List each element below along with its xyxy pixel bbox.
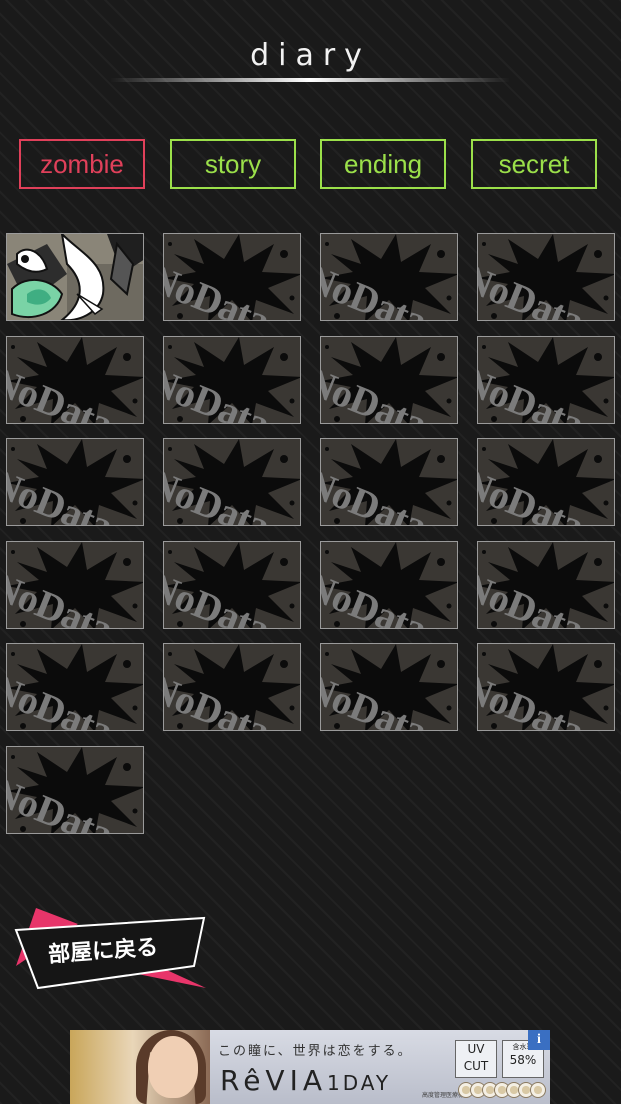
diary-entry-locked[interactable]: NoData (320, 438, 458, 526)
ad-uv-badge: UV CUT (455, 1040, 497, 1078)
diary-entry-locked[interactable]: NoData (320, 336, 458, 424)
ad-water-value: 58% (509, 1053, 537, 1067)
diary-entry-locked[interactable]: NoData (163, 336, 301, 424)
zombie-illustration (7, 234, 143, 320)
ad-brand: RêVIA1DAY (220, 1064, 391, 1097)
diary-entry-locked[interactable]: NoData (6, 643, 144, 731)
diary-entry-locked[interactable]: NoData (163, 541, 301, 629)
diary-entry-locked[interactable]: NoData (477, 643, 615, 731)
diary-entry-locked[interactable]: NoData (477, 233, 615, 321)
ad-uv-line1: UV (467, 1042, 485, 1056)
ad-brand-sub: 1DAY (327, 1071, 392, 1095)
back-to-room-button[interactable]: 部屋に戻る (8, 908, 210, 992)
diary-entry-locked[interactable]: NoData (477, 336, 615, 424)
advertisement-banner[interactable]: この瞳に、世界は恋をする。 RêVIA1DAY UV CUT 含水率 58% 高… (70, 1030, 550, 1104)
ad-brand-name: RêVIA (220, 1064, 327, 1097)
diary-entry-locked[interactable]: NoData (477, 438, 615, 526)
ad-tagline: この瞳に、世界は恋をする。 (218, 1044, 413, 1059)
diary-entry-locked[interactable]: NoData (320, 233, 458, 321)
diary-entry-locked[interactable]: NoData (163, 233, 301, 321)
tab-secret[interactable]: secret (471, 139, 597, 189)
ad-model-photo (70, 1030, 210, 1104)
ad-uv-line2: CUT (463, 1059, 489, 1073)
diary-entry-locked[interactable]: NoData (6, 438, 144, 526)
diary-entry-locked[interactable]: NoData (163, 643, 301, 731)
tab-ending[interactable]: ending (320, 139, 446, 189)
tab-story[interactable]: story (170, 139, 296, 189)
tab-zombie[interactable]: zombie (19, 139, 145, 189)
diary-entry-locked[interactable]: NoData (320, 541, 458, 629)
category-tabs: zombie story ending secret (19, 139, 601, 193)
lens-icon (530, 1082, 546, 1098)
diary-entry-locked[interactable]: NoData (320, 643, 458, 731)
diary-grid: NoData NoData NoData NoData NoData NoData NoDa… (6, 233, 616, 835)
diary-entry-locked[interactable]: NoData (6, 746, 144, 834)
ad-info-icon[interactable]: i (528, 1030, 550, 1050)
diary-entry-thumbnail[interactable] (6, 233, 144, 321)
diary-entry-locked[interactable]: NoData (477, 541, 615, 629)
diary-entry-locked[interactable]: NoData (6, 541, 144, 629)
title-underline (110, 78, 510, 82)
ad-model-face (148, 1036, 198, 1098)
page-title: diary (250, 38, 371, 73)
diary-entry-locked[interactable]: NoData (6, 336, 144, 424)
diary-entry-locked[interactable]: NoData (163, 438, 301, 526)
